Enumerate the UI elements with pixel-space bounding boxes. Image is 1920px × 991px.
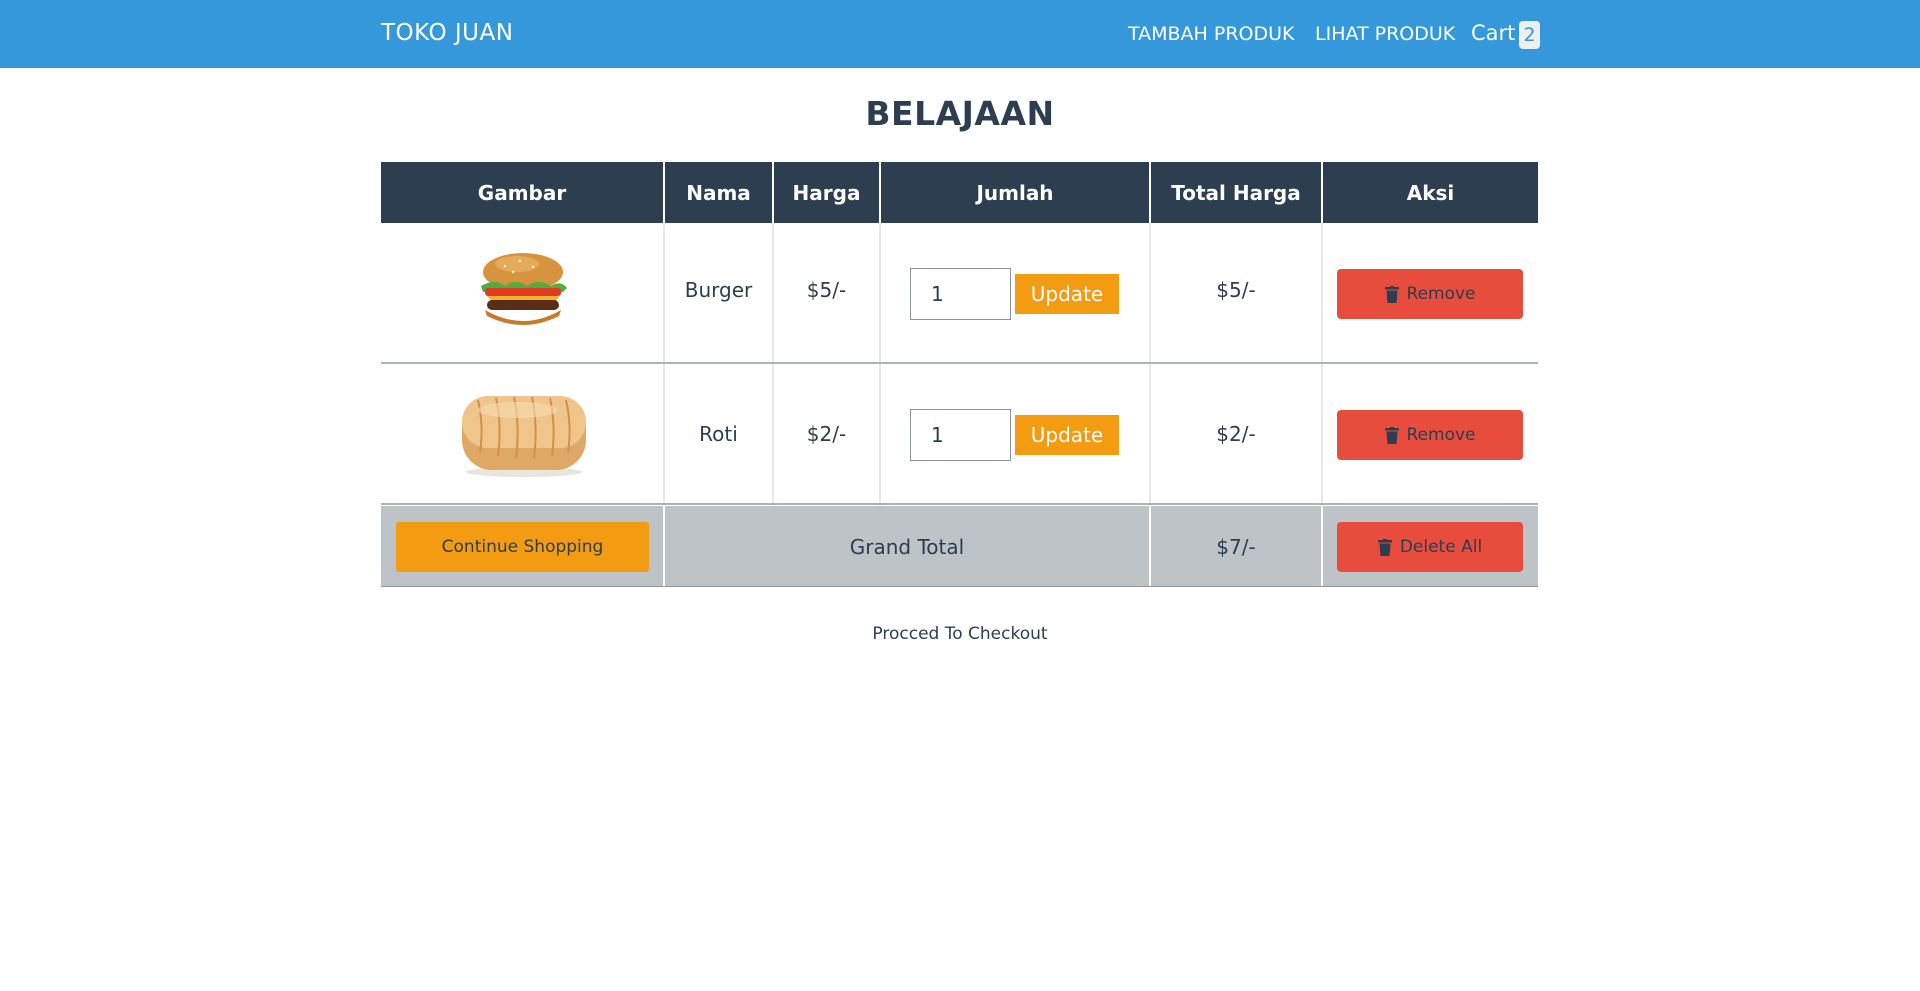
quantity-input[interactable]: [910, 409, 1011, 461]
row-divider: [381, 503, 1538, 505]
header-jumlah: Jumlah: [881, 162, 1149, 223]
header-gambar: Gambar: [381, 162, 663, 223]
checkout-link[interactable]: Procced To Checkout: [0, 624, 1920, 644]
continue-shopping-button[interactable]: Continue Shopping: [396, 522, 649, 572]
quantity-input[interactable]: [910, 268, 1011, 320]
product-name: Roti: [699, 422, 738, 446]
header-nama: Nama: [665, 162, 772, 223]
brand-logo[interactable]: TOKO JUAN: [381, 20, 513, 46]
nav-cart[interactable]: Cart: [1471, 21, 1515, 45]
delete-all-label: Delete All: [1399, 537, 1483, 557]
remove-button[interactable]: Remove: [1337, 269, 1523, 319]
column-divider: [1321, 506, 1323, 587]
row-divider: [381, 362, 1538, 364]
nav-tambah-produk[interactable]: TAMBAH PRODUK: [1128, 23, 1295, 45]
update-button[interactable]: Update: [1015, 274, 1119, 314]
page-title: BELAJAAN: [865, 94, 1055, 133]
trash-icon: [1384, 285, 1399, 303]
header-total-harga: Total Harga: [1151, 162, 1321, 223]
grand-total-value: $7/-: [1216, 535, 1256, 559]
grand-total-label: Grand Total: [849, 535, 965, 559]
navbar: TOKO JUAN TAMBAH PRODUK LIHAT PRODUK Car…: [0, 0, 1920, 68]
product-price: $5/-: [806, 278, 847, 302]
burger-image: [481, 253, 567, 325]
remove-button[interactable]: Remove: [1337, 410, 1523, 460]
trash-icon: [1384, 426, 1399, 444]
product-price: $2/-: [806, 422, 847, 446]
update-button[interactable]: Update: [1015, 415, 1119, 455]
row-divider: [381, 586, 1538, 587]
product-total: $2/-: [1216, 422, 1256, 446]
product-name: Burger: [684, 278, 753, 302]
trash-icon: [1377, 538, 1392, 556]
column-divider: [879, 223, 881, 506]
product-total: $5/-: [1216, 278, 1256, 302]
bread-image: [462, 396, 586, 477]
header-aksi: Aksi: [1323, 162, 1538, 223]
remove-label: Remove: [1406, 284, 1476, 304]
delete-all-button[interactable]: Delete All: [1337, 522, 1523, 572]
cart-count-badge[interactable]: 2: [1519, 21, 1540, 49]
nav-lihat-produk[interactable]: LIHAT PRODUK: [1315, 23, 1455, 45]
remove-label: Remove: [1406, 425, 1476, 445]
header-harga: Harga: [774, 162, 879, 223]
